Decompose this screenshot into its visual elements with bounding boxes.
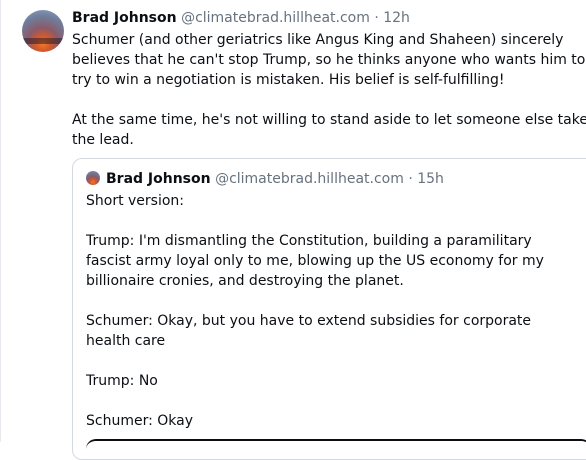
quote-line: Trump: No [86, 373, 158, 389]
post-time[interactable]: 12h [383, 10, 410, 26]
body-line: try to win a negotiation is mistaken. Hi… [72, 72, 505, 88]
quoted-author-handle: @climatebrad.hillheat.com [215, 171, 404, 187]
quoted-post-time: 15h [417, 171, 444, 187]
quoted-post-header: Brad Johnson @climatebrad.hillheat.com ·… [86, 169, 444, 189]
quoted-author-name: Brad Johnson [106, 171, 211, 187]
quote-line: Trump: I'm dismantling the Constitution,… [86, 233, 532, 249]
author-handle[interactable]: @climatebrad.hillheat.com [181, 10, 370, 26]
body-line: believes that he can't stop Trump, so he… [72, 52, 586, 68]
body-line: the lead. [72, 132, 134, 148]
quoted-post[interactable]: Brad Johnson @climatebrad.hillheat.com ·… [72, 158, 586, 460]
post-body: Schumer (and other geriatrics like Angus… [72, 30, 586, 150]
quote-line: Schumer: Okay, but you have to extend su… [86, 313, 532, 329]
quote-line: billionaire cronies, and destroying the … [86, 273, 404, 289]
post-header: Brad Johnson @climatebrad.hillheat.com ·… [72, 8, 410, 28]
author-name[interactable]: Brad Johnson [72, 10, 177, 26]
quoted-media-preview[interactable] [86, 439, 586, 459]
separator: · [374, 10, 379, 26]
quoted-post-body: Short version: Trump: I'm dismantling th… [86, 191, 586, 431]
avatar[interactable] [22, 10, 64, 52]
post[interactable]: Brad Johnson @climatebrad.hillheat.com ·… [0, 0, 586, 460]
quote-line: fascist army loyal only to me, blowing u… [86, 253, 544, 269]
body-line: At the same time, he's not willing to st… [72, 112, 586, 128]
quote-line: health care [86, 333, 166, 349]
quote-line: Short version: [86, 193, 185, 209]
quote-line: Schumer: Okay [86, 413, 194, 429]
divider [0, 0, 1, 442]
separator: · [408, 171, 413, 187]
body-line: Schumer (and other geriatrics like Angus… [72, 32, 564, 48]
quoted-avatar [86, 171, 100, 185]
